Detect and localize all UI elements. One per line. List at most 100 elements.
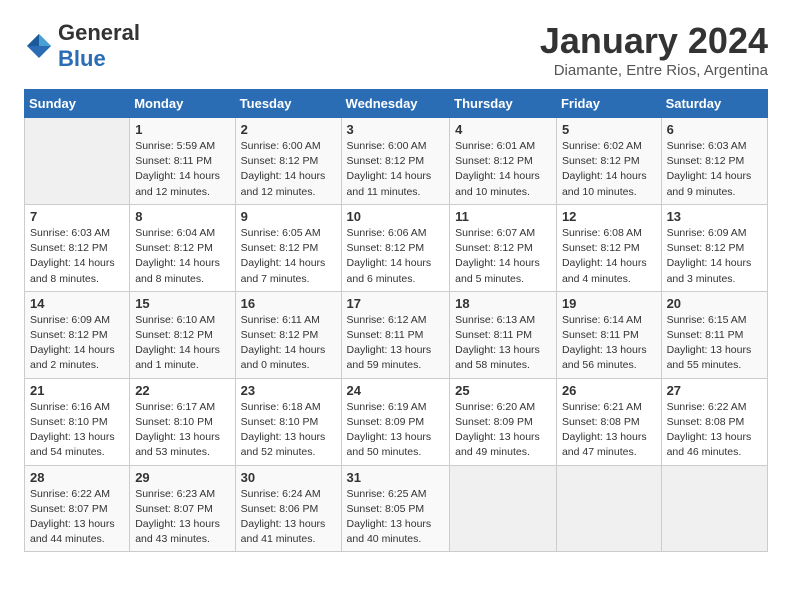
logo-icon [24, 31, 54, 61]
day-number: 16 [241, 296, 336, 311]
day-info: Sunrise: 6:00 AMSunset: 8:12 PMDaylight:… [241, 140, 326, 198]
day-number: 7 [30, 209, 124, 224]
calendar-cell: 27 Sunrise: 6:22 AMSunset: 8:08 PMDaylig… [661, 378, 767, 465]
day-number: 9 [241, 209, 336, 224]
weekday-header-sunday: Sunday [25, 90, 130, 118]
weekday-header-saturday: Saturday [661, 90, 767, 118]
day-info: Sunrise: 6:21 AMSunset: 8:08 PMDaylight:… [562, 401, 647, 459]
calendar-cell: 18 Sunrise: 6:13 AMSunset: 8:11 PMDaylig… [450, 291, 557, 378]
calendar-cell [661, 465, 767, 552]
calendar-cell: 2 Sunrise: 6:00 AMSunset: 8:12 PMDayligh… [235, 118, 341, 205]
weekday-header-tuesday: Tuesday [235, 90, 341, 118]
day-info: Sunrise: 6:22 AMSunset: 8:07 PMDaylight:… [30, 488, 115, 546]
day-number: 5 [562, 122, 656, 137]
calendar-cell: 14 Sunrise: 6:09 AMSunset: 8:12 PMDaylig… [25, 291, 130, 378]
day-number: 1 [135, 122, 229, 137]
calendar-cell: 15 Sunrise: 6:10 AMSunset: 8:12 PMDaylig… [130, 291, 235, 378]
day-info: Sunrise: 6:20 AMSunset: 8:09 PMDaylight:… [455, 401, 540, 459]
day-info: Sunrise: 6:18 AMSunset: 8:10 PMDaylight:… [241, 401, 326, 459]
day-info: Sunrise: 6:17 AMSunset: 8:10 PMDaylight:… [135, 401, 220, 459]
day-info: Sunrise: 6:00 AMSunset: 8:12 PMDaylight:… [347, 140, 432, 198]
calendar-cell: 10 Sunrise: 6:06 AMSunset: 8:12 PMDaylig… [341, 204, 450, 291]
calendar-cell: 29 Sunrise: 6:23 AMSunset: 8:07 PMDaylig… [130, 465, 235, 552]
logo-blue: Blue [58, 46, 106, 71]
day-info: Sunrise: 6:14 AMSunset: 8:11 PMDaylight:… [562, 314, 647, 372]
day-number: 23 [241, 383, 336, 398]
day-info: Sunrise: 6:11 AMSunset: 8:12 PMDaylight:… [241, 314, 326, 372]
weekday-header-thursday: Thursday [450, 90, 557, 118]
day-number: 20 [667, 296, 762, 311]
calendar-cell: 26 Sunrise: 6:21 AMSunset: 8:08 PMDaylig… [556, 378, 661, 465]
day-number: 18 [455, 296, 551, 311]
calendar-cell: 6 Sunrise: 6:03 AMSunset: 8:12 PMDayligh… [661, 118, 767, 205]
day-info: Sunrise: 6:05 AMSunset: 8:12 PMDaylight:… [241, 227, 326, 285]
day-number: 2 [241, 122, 336, 137]
day-number: 17 [347, 296, 445, 311]
day-info: Sunrise: 6:07 AMSunset: 8:12 PMDaylight:… [455, 227, 540, 285]
calendar-week-row: 14 Sunrise: 6:09 AMSunset: 8:12 PMDaylig… [25, 291, 768, 378]
location-subtitle: Diamante, Entre Rios, Argentina [540, 62, 768, 79]
day-number: 19 [562, 296, 656, 311]
day-info: Sunrise: 5:59 AMSunset: 8:11 PMDaylight:… [135, 140, 220, 198]
day-number: 4 [455, 122, 551, 137]
calendar-cell: 7 Sunrise: 6:03 AMSunset: 8:12 PMDayligh… [25, 204, 130, 291]
day-number: 3 [347, 122, 445, 137]
day-info: Sunrise: 6:06 AMSunset: 8:12 PMDaylight:… [347, 227, 432, 285]
day-number: 8 [135, 209, 229, 224]
logo: General Blue [24, 20, 140, 72]
calendar-cell: 30 Sunrise: 6:24 AMSunset: 8:06 PMDaylig… [235, 465, 341, 552]
day-number: 31 [347, 470, 445, 485]
day-info: Sunrise: 6:03 AMSunset: 8:12 PMDaylight:… [30, 227, 115, 285]
calendar-cell: 22 Sunrise: 6:17 AMSunset: 8:10 PMDaylig… [130, 378, 235, 465]
calendar-cell: 16 Sunrise: 6:11 AMSunset: 8:12 PMDaylig… [235, 291, 341, 378]
day-info: Sunrise: 6:19 AMSunset: 8:09 PMDaylight:… [347, 401, 432, 459]
month-title: January 2024 [540, 20, 768, 62]
day-info: Sunrise: 6:03 AMSunset: 8:12 PMDaylight:… [667, 140, 752, 198]
calendar-cell: 21 Sunrise: 6:16 AMSunset: 8:10 PMDaylig… [25, 378, 130, 465]
calendar-cell: 8 Sunrise: 6:04 AMSunset: 8:12 PMDayligh… [130, 204, 235, 291]
day-number: 12 [562, 209, 656, 224]
calendar-cell: 1 Sunrise: 5:59 AMSunset: 8:11 PMDayligh… [130, 118, 235, 205]
day-info: Sunrise: 6:10 AMSunset: 8:12 PMDaylight:… [135, 314, 220, 372]
day-info: Sunrise: 6:25 AMSunset: 8:05 PMDaylight:… [347, 488, 432, 546]
calendar-cell: 20 Sunrise: 6:15 AMSunset: 8:11 PMDaylig… [661, 291, 767, 378]
day-info: Sunrise: 6:16 AMSunset: 8:10 PMDaylight:… [30, 401, 115, 459]
day-info: Sunrise: 6:01 AMSunset: 8:12 PMDaylight:… [455, 140, 540, 198]
day-info: Sunrise: 6:13 AMSunset: 8:11 PMDaylight:… [455, 314, 540, 372]
day-number: 11 [455, 209, 551, 224]
calendar-cell: 25 Sunrise: 6:20 AMSunset: 8:09 PMDaylig… [450, 378, 557, 465]
day-info: Sunrise: 6:04 AMSunset: 8:12 PMDaylight:… [135, 227, 220, 285]
day-number: 26 [562, 383, 656, 398]
calendar-cell: 5 Sunrise: 6:02 AMSunset: 8:12 PMDayligh… [556, 118, 661, 205]
day-info: Sunrise: 6:08 AMSunset: 8:12 PMDaylight:… [562, 227, 647, 285]
title-area: January 2024 Diamante, Entre Rios, Argen… [540, 20, 768, 79]
day-info: Sunrise: 6:12 AMSunset: 8:11 PMDaylight:… [347, 314, 432, 372]
calendar-cell: 17 Sunrise: 6:12 AMSunset: 8:11 PMDaylig… [341, 291, 450, 378]
day-info: Sunrise: 6:23 AMSunset: 8:07 PMDaylight:… [135, 488, 220, 546]
day-info: Sunrise: 6:09 AMSunset: 8:12 PMDaylight:… [667, 227, 752, 285]
calendar-table: SundayMondayTuesdayWednesdayThursdayFrid… [24, 89, 768, 552]
day-number: 22 [135, 383, 229, 398]
calendar-cell: 28 Sunrise: 6:22 AMSunset: 8:07 PMDaylig… [25, 465, 130, 552]
calendar-cell: 4 Sunrise: 6:01 AMSunset: 8:12 PMDayligh… [450, 118, 557, 205]
day-info: Sunrise: 6:02 AMSunset: 8:12 PMDaylight:… [562, 140, 647, 198]
day-number: 14 [30, 296, 124, 311]
calendar-cell: 19 Sunrise: 6:14 AMSunset: 8:11 PMDaylig… [556, 291, 661, 378]
day-number: 6 [667, 122, 762, 137]
day-number: 29 [135, 470, 229, 485]
logo-text: General Blue [58, 20, 140, 72]
calendar-cell: 9 Sunrise: 6:05 AMSunset: 8:12 PMDayligh… [235, 204, 341, 291]
calendar-week-row: 28 Sunrise: 6:22 AMSunset: 8:07 PMDaylig… [25, 465, 768, 552]
calendar-cell: 23 Sunrise: 6:18 AMSunset: 8:10 PMDaylig… [235, 378, 341, 465]
day-number: 24 [347, 383, 445, 398]
calendar-cell: 3 Sunrise: 6:00 AMSunset: 8:12 PMDayligh… [341, 118, 450, 205]
day-info: Sunrise: 6:09 AMSunset: 8:12 PMDaylight:… [30, 314, 115, 372]
calendar-week-row: 7 Sunrise: 6:03 AMSunset: 8:12 PMDayligh… [25, 204, 768, 291]
day-number: 21 [30, 383, 124, 398]
calendar-cell [25, 118, 130, 205]
calendar-cell: 31 Sunrise: 6:25 AMSunset: 8:05 PMDaylig… [341, 465, 450, 552]
header: General Blue January 2024 Diamante, Entr… [24, 20, 768, 79]
calendar-cell: 11 Sunrise: 6:07 AMSunset: 8:12 PMDaylig… [450, 204, 557, 291]
day-number: 25 [455, 383, 551, 398]
calendar-week-row: 1 Sunrise: 5:59 AMSunset: 8:11 PMDayligh… [25, 118, 768, 205]
